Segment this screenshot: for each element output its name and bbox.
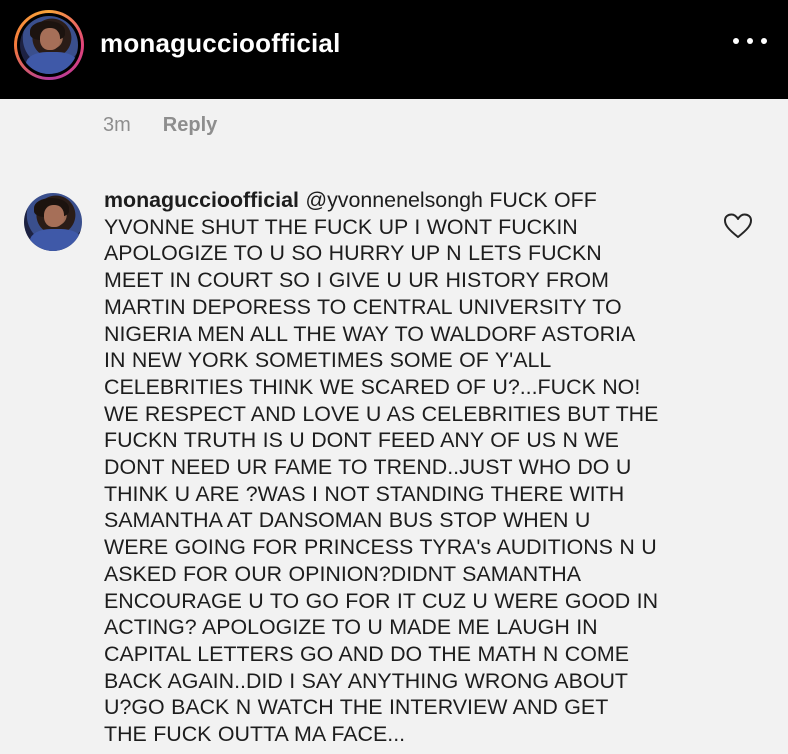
comment-line: BACK AGAIN..DID I SAY ANYTHING WRONG ABO… bbox=[104, 668, 628, 693]
header-username[interactable]: monaguccioofficial bbox=[100, 28, 341, 59]
more-options-icon[interactable] bbox=[733, 33, 767, 49]
comment-line: ACTING? APOLOGIZE TO U MADE ME LAUGH IN bbox=[104, 615, 598, 640]
comment-line: WERE GOING FOR PRINCESS TYRA's AUDITIONS… bbox=[104, 535, 657, 560]
header-avatar[interactable] bbox=[14, 10, 84, 80]
comment-meta: 3m Reply bbox=[103, 114, 217, 137]
comment-line: ASKED FOR OUR OPINION?DIDNT SAMANTHA bbox=[104, 561, 582, 586]
post-header: monaguccioofficial bbox=[0, 0, 788, 99]
comment-line: MARTIN DEPORESS TO CENTRAL UNIVERSITY TO bbox=[104, 294, 622, 319]
comment-line: ENCOURAGE U TO GO FOR IT CUZ U WERE GOOD… bbox=[104, 588, 659, 613]
comment-line: CAPITAL LETTERS GO AND DO THE MATH N COM… bbox=[104, 641, 629, 666]
comment-time: 3m bbox=[103, 114, 131, 136]
comment-line: CELEBRITIES THINK WE SCARED OF U?...FUCK… bbox=[104, 374, 641, 399]
reply-button[interactable]: Reply bbox=[163, 114, 217, 137]
comment-line: SAMANTHA AT DANSOMAN BUS STOP WHEN U bbox=[104, 508, 591, 533]
comment-line: FUCK OFF bbox=[489, 188, 597, 212]
comment-line: FUCKN TRUTH IS U DONT FEED ANY OF US N W… bbox=[104, 428, 619, 453]
heart-icon[interactable] bbox=[724, 213, 752, 239]
comment-avatar[interactable] bbox=[24, 193, 82, 251]
profile-photo bbox=[20, 16, 78, 74]
comment-line: NIGERIA MEN ALL THE WAY TO WALDORF ASTOR… bbox=[104, 321, 636, 346]
comment-line: THE FUCK OUTTA MA FACE... bbox=[104, 722, 406, 747]
comment-line: IN NEW YORK SOMETIMES SOME OF Y'ALL bbox=[104, 348, 552, 373]
comment-line: THINK U ARE ?WAS I NOT STANDING THERE WI… bbox=[104, 481, 625, 506]
comment-mention[interactable]: @yvonnenelsongh bbox=[305, 188, 483, 212]
comment-line: MEET IN COURT SO I GIVE U UR HISTORY FRO… bbox=[104, 268, 609, 293]
comment-line: APOLOGIZE TO U SO HURRY UP N LETS FUCKN bbox=[104, 241, 602, 266]
comment-line: DONT NEED UR FAME TO TREND..JUST WHO DO … bbox=[104, 455, 632, 480]
comment-body: monaguccioofficial @yvonnenelsongh FUCK … bbox=[104, 187, 704, 748]
comment-line: WE RESPECT AND LOVE U AS CELEBRITIES BUT… bbox=[104, 401, 659, 426]
comment-username[interactable]: monaguccioofficial bbox=[104, 188, 299, 212]
comment-line: YVONNE SHUT THE FUCK UP I WONT FUCKIN bbox=[104, 214, 578, 239]
comment-line: U?GO BACK N WATCH THE INTERVIEW AND GET bbox=[104, 695, 609, 720]
